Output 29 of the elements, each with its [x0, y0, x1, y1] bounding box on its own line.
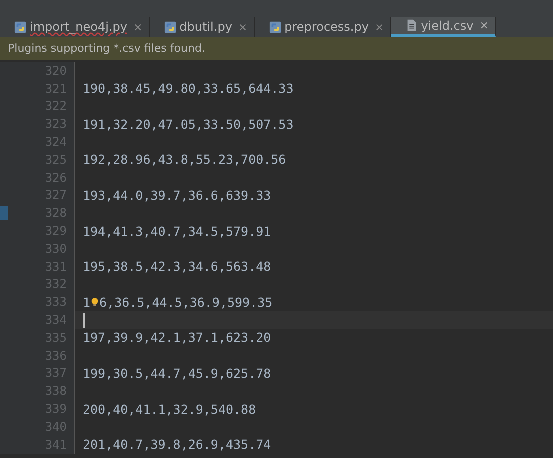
code-text: 195,38.5,42.3,34.6,563.48: [83, 259, 272, 274]
gutter-marker: [0, 206, 8, 220]
text-file-icon: [405, 19, 418, 32]
lightbulb-icon[interactable]: [91, 296, 100, 308]
code-text: 201,40.7,39.8,26.9,435.74: [83, 437, 272, 452]
close-icon[interactable]: ×: [238, 20, 248, 34]
code-text: 197,39.9,42.1,37.1,623.20: [83, 330, 272, 346]
code-text: 192,28.96,43.8,55.23,700.56: [83, 152, 286, 168]
python-file-icon: [268, 20, 282, 34]
code-text: 199,30.5,44.7,45.9,625.78: [83, 366, 272, 381]
python-file-icon: [14, 20, 27, 34]
tab-label: import_neo4j.py: [30, 20, 128, 34]
code-text: 6,36.5,44.5,36.9,599.35: [100, 294, 273, 310]
close-icon[interactable]: ×: [133, 20, 143, 34]
file-tab[interactable]: yield.csv ×: [391, 17, 496, 37]
tab-label: dbutil.py: [180, 20, 232, 34]
code-text: 193,44.0,39.7,36.6,639.33: [83, 188, 272, 203]
close-icon[interactable]: ×: [480, 19, 489, 32]
tab-label: preprocess.py: [284, 20, 369, 34]
close-icon[interactable]: ×: [374, 20, 384, 34]
code-text: 194,41.3,40.7,34.5,579.91: [83, 224, 272, 239]
code-text: 191,32.20,47.05,33.50,507.53: [83, 116, 294, 132]
tab-label: yield.csv: [421, 18, 474, 32]
python-file-icon: [164, 20, 177, 34]
code-text: 1: [83, 294, 91, 310]
text-cursor: [83, 312, 85, 328]
code-text: 200,40,41.1,32.9,540.88: [83, 402, 256, 417]
code-text: 190,38.45,49.80,33.65,644.33: [83, 81, 294, 96]
banner-text: Plugins supporting *.csv files found.: [8, 42, 206, 55]
